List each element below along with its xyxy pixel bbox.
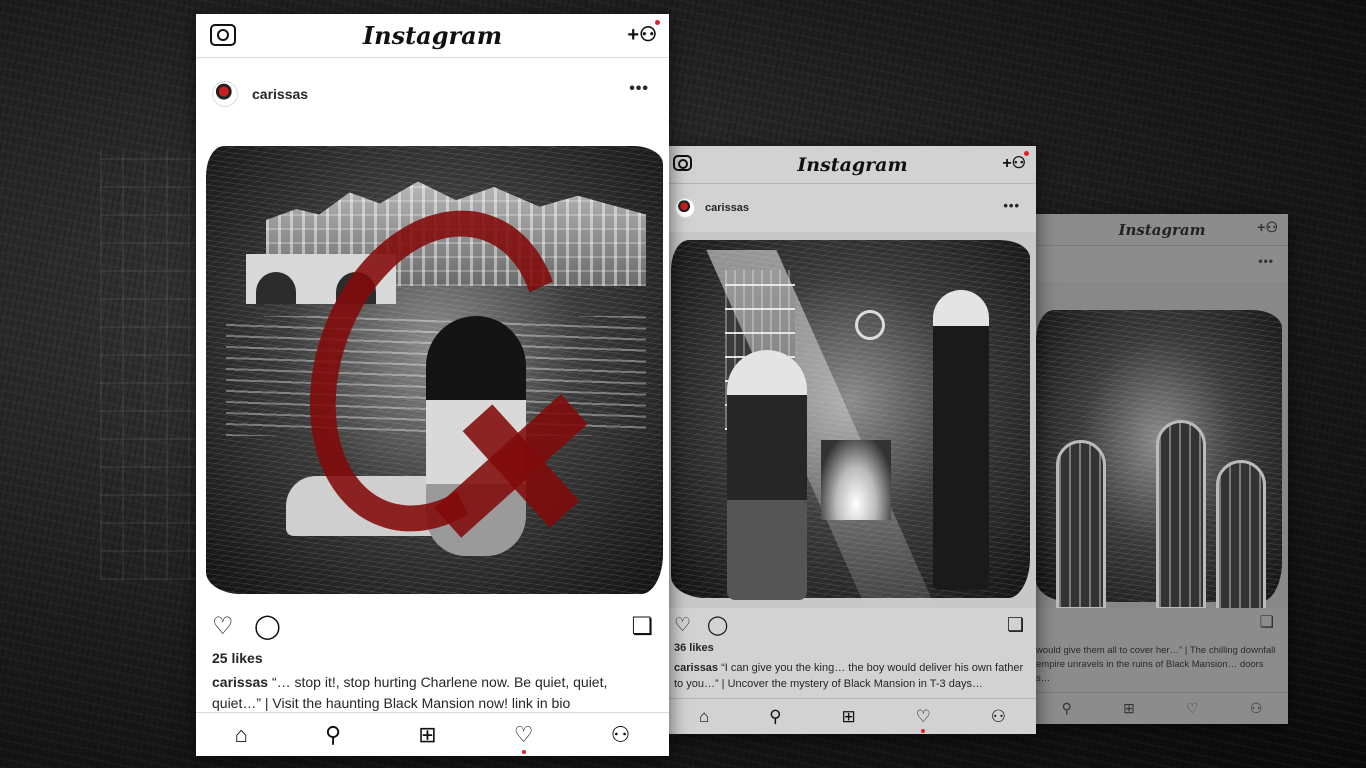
library-scene-illustration [671, 240, 1030, 608]
heart-icon[interactable]: ♡ [212, 612, 234, 641]
notification-dot [1024, 151, 1029, 156]
gothic-window [1156, 420, 1206, 608]
username[interactable]: carissas [252, 86, 308, 102]
post-image [1036, 282, 1288, 608]
instagram-logo: Instagram [362, 21, 503, 50]
post-image [669, 232, 1036, 608]
post-actions: ♡ ◯ ❏ [196, 604, 669, 650]
more-icon[interactable]: ••• [1003, 198, 1020, 213]
instagram-post-card-3: Instagram +⚇ ••• ❏ would give them all t… [1036, 214, 1288, 724]
caption-line: s… [1036, 673, 1051, 684]
home-icon[interactable]: ⌂ [699, 707, 709, 727]
man-in-suit-figure [933, 290, 989, 590]
top-bar: Instagram +⚇ [669, 146, 1036, 184]
instagram-logo: Instagram [797, 153, 908, 176]
riverbank-girl-illustration [206, 146, 663, 594]
profile-icon[interactable]: ⚇ [991, 707, 1006, 727]
instagram-logo: Instagram [1118, 220, 1206, 239]
add-user-icon[interactable]: +⚇ [1257, 219, 1278, 236]
wall-clock [855, 310, 885, 340]
heart-icon[interactable]: ♡ [674, 614, 691, 637]
like-count[interactable]: 36 likes [669, 642, 1036, 658]
bottom-nav: ⚲ ⊞ ♡ ⚇ [1036, 692, 1288, 724]
post-caption: carissas “I can give you the king… the b… [669, 658, 1036, 692]
bookmark-icon[interactable]: ❏ [1260, 612, 1274, 632]
notification-dot [521, 749, 526, 754]
background-building [100, 150, 210, 580]
activity-heart-icon[interactable]: ♡ [514, 722, 534, 754]
caption-text: “I can give you the king… the boy would … [674, 662, 1024, 690]
instagram-post-card-1: Instagram +⚇ carissas ••• ♡ ◯ ❏ 25 likes… [196, 14, 669, 756]
search-icon[interactable]: ⚲ [769, 707, 781, 727]
profile-icon[interactable]: ⚇ [1250, 700, 1263, 717]
fireplace [821, 440, 891, 520]
post-actions: ❏ [1036, 608, 1288, 636]
comment-icon[interactable]: ◯ [254, 612, 281, 641]
camera-icon[interactable] [210, 24, 236, 46]
avatar[interactable] [675, 198, 695, 218]
like-count[interactable]: 25 likes [196, 650, 669, 670]
notification-dot [655, 20, 660, 25]
post-header: ••• [1036, 246, 1288, 282]
activity-heart-icon[interactable]: ♡ [916, 707, 931, 733]
post-caption: carissas “… stop it!, stop hurting Charl… [196, 670, 669, 714]
username[interactable]: carissas [705, 202, 749, 214]
avatar[interactable] [212, 81, 238, 107]
add-post-icon[interactable]: ⊞ [418, 722, 436, 748]
top-bar: Instagram +⚇ [196, 14, 669, 58]
bookmark-icon[interactable]: ❏ [1007, 614, 1024, 637]
post-header: carissas ••• [669, 184, 1036, 232]
post-image [196, 130, 669, 604]
search-icon[interactable]: ⚲ [1062, 700, 1072, 717]
notification-dot [921, 728, 926, 733]
top-bar: Instagram +⚇ [1036, 214, 1288, 246]
caption-username[interactable]: carissas [212, 674, 268, 690]
gothic-window [1216, 460, 1266, 608]
add-user-icon[interactable]: +⚇ [627, 20, 660, 47]
bridge-arch [256, 272, 296, 304]
bookmark-icon[interactable]: ❏ [631, 612, 653, 641]
caption-line: empire unravels in the ruins of Black Ma… [1036, 659, 1264, 670]
add-post-icon[interactable]: ⊞ [841, 707, 855, 727]
more-icon[interactable]: ••• [1258, 254, 1274, 268]
camera-icon[interactable] [673, 155, 692, 171]
profile-icon[interactable]: ⚇ [611, 722, 631, 748]
home-icon[interactable]: ⌂ [235, 722, 248, 748]
more-icon[interactable]: ••• [629, 80, 649, 98]
gothic-window [1056, 440, 1106, 608]
instagram-post-card-2: Instagram +⚇ carissas ••• ♡ ◯ ❏ 36 likes… [669, 146, 1036, 734]
caption-line: would give them all to cover her…” | The… [1036, 645, 1276, 656]
search-icon[interactable]: ⚲ [325, 722, 341, 748]
post-actions: ♡ ◯ ❏ [669, 608, 1036, 642]
gothic-windows-illustration [1036, 310, 1282, 608]
post-caption: would give them all to cover her…” | The… [1036, 636, 1288, 686]
add-user-icon[interactable]: +⚇ [1002, 151, 1029, 173]
caption-username[interactable]: carissas [674, 662, 718, 674]
comment-icon[interactable]: ◯ [707, 614, 728, 637]
add-post-icon[interactable]: ⊞ [1123, 700, 1135, 717]
post-header: carissas ••• [196, 58, 669, 130]
caption-text: “… stop it!, stop hurting Charlene now. … [212, 674, 608, 711]
bottom-nav: ⌂ ⚲ ⊞ ♡ ⚇ [196, 712, 669, 756]
elf-woman-figure [727, 350, 807, 600]
bottom-nav: ⌂ ⚲ ⊞ ♡ ⚇ [669, 698, 1036, 734]
activity-heart-icon[interactable]: ♡ [1186, 700, 1199, 717]
